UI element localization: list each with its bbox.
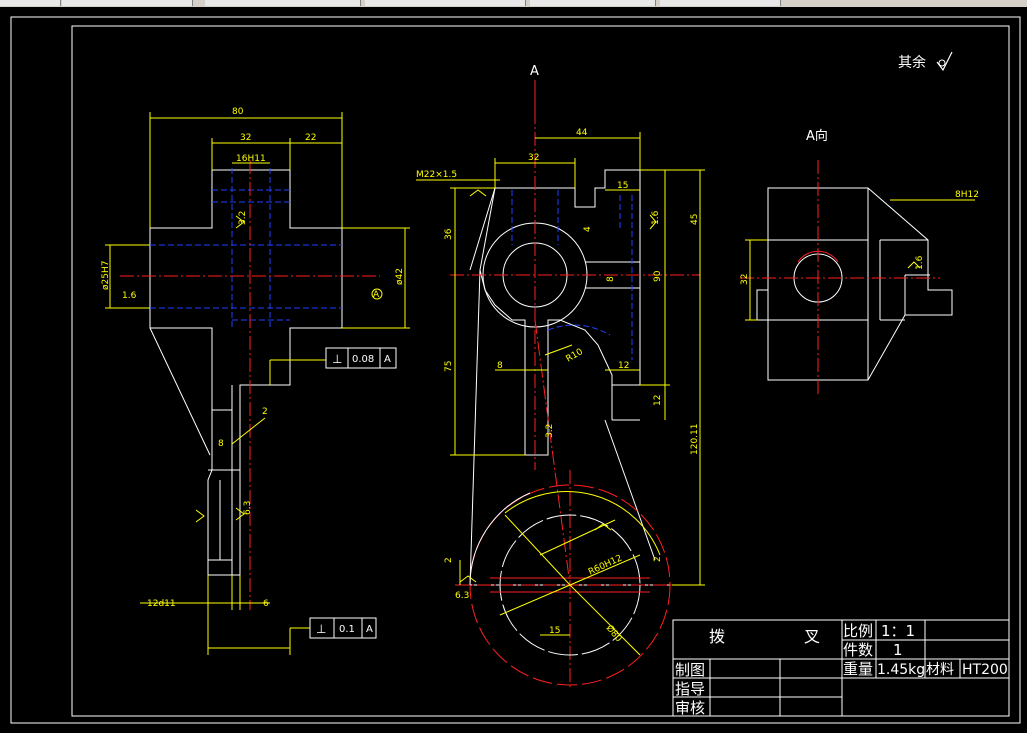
view-a-label: A向 (806, 128, 828, 144)
title-block: 拨 叉 比例 1：1 件数 1 重量 1.45kg 材料 HT200 制图 指导… (672, 619, 1010, 717)
roughness-symbol-icon (469, 189, 487, 197)
view-a-marker: A (530, 64, 539, 79)
dim-80: 80 (232, 107, 244, 117)
drawing-canvas[interactable]: 其余 80 32 22 16H11 ø25H7 1.6 ø42 A 2 8 12… (0, 7, 1027, 733)
roughness-note: 其余 (898, 51, 953, 72)
check-label: 审核 (675, 699, 705, 717)
dim-8-rib: 8 (497, 361, 503, 371)
dim-15: 15 (617, 181, 628, 191)
part-name-char-2: 叉 (804, 627, 820, 646)
dim-12a: 12 (618, 361, 629, 371)
toolbar-segment[interactable] (62, 0, 193, 6)
dim-8: 8 (218, 439, 224, 449)
dim-12b: 12 (653, 395, 663, 406)
dim-dia42: ø42 (395, 268, 405, 285)
scale-value: 1：1 (881, 622, 915, 640)
side-view: A向 8H12 32 1.6 (740, 128, 979, 395)
toolbar-segment[interactable] (205, 0, 361, 6)
weight-label: 重量 (843, 660, 873, 678)
material-label: 材料 (926, 662, 954, 678)
part-name-char-1: 拨 (709, 627, 725, 646)
cad-window: 其余 80 32 22 16H11 ø25H7 1.6 ø42 A 2 8 12… (0, 0, 1027, 733)
roughness-symbol-icon (195, 509, 205, 523)
dim-6: 6 (263, 599, 269, 609)
toolbar-segment[interactable] (530, 0, 656, 6)
dim-120-11: 120.11 (690, 424, 700, 456)
rough-1-6-side: 1.6 (915, 255, 925, 270)
weight-value: 1.45kg (877, 662, 925, 678)
rough-3-2-front: 3.2 (545, 424, 555, 438)
scale-label: 比例 (843, 622, 873, 640)
guide-label: 指导 (675, 680, 705, 698)
dim-8-front: 8 (606, 276, 616, 282)
dim-dia80: Ø80 (604, 623, 625, 644)
dim-8h12: 8H12 (955, 190, 979, 200)
dim-2-right: 2 (653, 556, 663, 562)
dim-32-front: 32 (528, 153, 539, 163)
left-view: 80 32 22 16H11 ø25H7 1.6 ø42 A 2 8 12d11… (101, 107, 410, 655)
dim-r60h12: R60H12 (587, 553, 624, 577)
rough-6-3-front: 6.3 (455, 591, 469, 601)
dim-12d11: 12d11 (147, 599, 176, 609)
tol1-symbol: ⊥ (332, 352, 342, 366)
dim-36: 36 (444, 228, 454, 240)
dim-32: 32 (240, 133, 251, 143)
tolerance-frame-2: ⊥ 0.1 A (309, 617, 377, 639)
material-value: HT200 (962, 662, 1008, 678)
toolbar-segment[interactable] (0, 0, 61, 6)
dim-1-6: 1.6 (122, 291, 137, 301)
drawn-label: 制图 (675, 661, 705, 679)
tol1-datum: A (384, 354, 391, 365)
dim-32-side: 32 (740, 274, 750, 285)
dim-dia25h7: ø25H7 (101, 261, 111, 290)
front-view: A M22×1.5 32 44 15 36 45 90 4 8 75 8 12 … (416, 64, 705, 690)
tol2-value: 0.1 (339, 624, 355, 635)
dim-4: 4 (583, 226, 593, 232)
dim-45: 45 (690, 214, 700, 225)
toolbar-segment[interactable] (365, 0, 526, 6)
dim-m22: M22×1.5 (416, 170, 457, 180)
dim-16h11: 16H11 (236, 154, 266, 164)
tol2-datum: A (366, 624, 373, 635)
dim-15-bottom: 15 (549, 626, 560, 636)
qty-label: 件数 (843, 641, 873, 659)
roughness-symbol-icon (459, 575, 477, 583)
dim-90: 90 (653, 270, 663, 282)
roughness-circle-icon (938, 59, 946, 67)
dim-44: 44 (576, 128, 588, 138)
toolbar-strip (0, 0, 1027, 7)
tol2-symbol: ⊥ (316, 622, 326, 636)
roughness-note-text: 其余 (898, 54, 926, 71)
dim-r10: R10 (565, 347, 586, 365)
rough-6-3: 6.3 (243, 501, 253, 515)
dim-2: 2 (262, 407, 268, 417)
dim-75: 75 (444, 361, 454, 372)
tol1-value: 0.08 (352, 354, 374, 365)
roughness-symbol-icon (594, 523, 612, 531)
qty-value: 1 (893, 641, 903, 659)
tolerance-frame-1: ⊥ 0.08 A (325, 347, 397, 369)
toolbar-segment[interactable] (660, 0, 781, 6)
dim-2-front: 2 (444, 557, 454, 563)
dim-22: 22 (305, 133, 316, 143)
